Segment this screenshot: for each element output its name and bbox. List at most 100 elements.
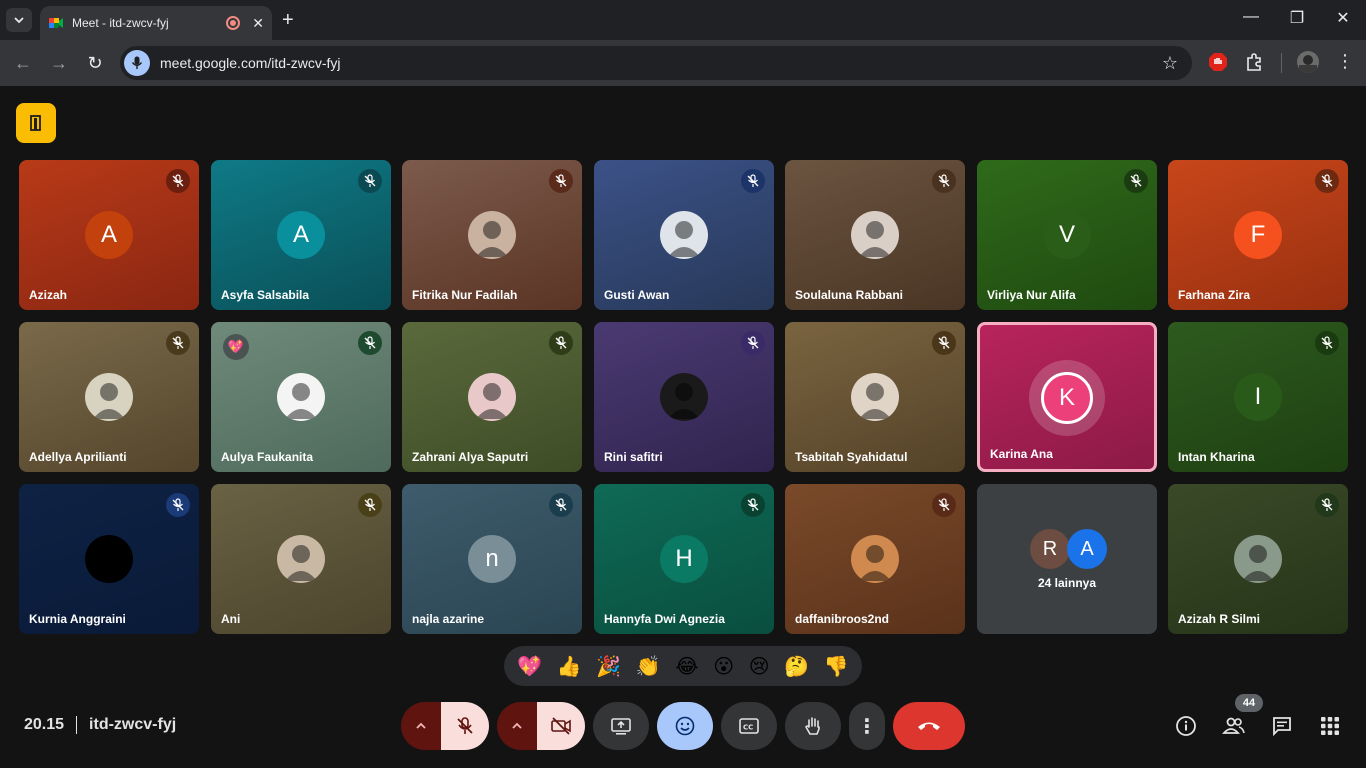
raise-hand-button[interactable] (785, 702, 841, 750)
participant-name: Adellya Aprilianti (29, 450, 127, 464)
reaction-emoji-button[interactable]: 🎉 (596, 654, 621, 679)
apps-grid-icon (1321, 717, 1339, 735)
browser-tab-bar: Meet - itd-zwcv-fyj ✕ + — ❐ ✕ (0, 0, 1366, 40)
mic-off-icon (358, 331, 382, 355)
avatar: R (1030, 529, 1070, 569)
present-screen-icon (611, 718, 631, 735)
participant-tile[interactable]: A Azizah (19, 160, 199, 310)
participant-tile[interactable]: 💖 Aulya Faukanita (211, 322, 391, 472)
mic-off-icon (549, 169, 573, 193)
participant-tile[interactable]: K Karina Ana (977, 322, 1157, 472)
back-icon[interactable]: ← (12, 53, 34, 74)
participant-name: Soulaluna Rabbani (795, 288, 904, 302)
close-window-icon[interactable]: ✕ (1320, 8, 1366, 28)
participant-tile[interactable]: V Virliya Nur Alifa (977, 160, 1157, 310)
avatar (468, 211, 516, 259)
toggle-camera-button[interactable] (537, 702, 585, 750)
participant-tile[interactable]: F Farhana Zira (1168, 160, 1348, 310)
reaction-emoji-button[interactable]: 💖 (517, 654, 542, 679)
browser-tab-meet[interactable]: Meet - itd-zwcv-fyj ✕ (40, 6, 272, 40)
participant-tile[interactable]: Ani (211, 484, 391, 634)
reaction-emoji-button[interactable]: 👎 (824, 654, 849, 679)
recording-indicator-icon (226, 16, 241, 30)
audio-options-button[interactable] (401, 702, 441, 750)
reaction-emoji-button[interactable]: 👍 (557, 654, 582, 679)
host-controls-button[interactable] (16, 103, 56, 143)
bookmark-star-icon[interactable]: ☆ (1162, 53, 1178, 74)
participant-tile[interactable]: Zahrani Alya Saputri (402, 322, 582, 472)
participant-tile[interactable]: Azizah R Silmi (1168, 484, 1348, 634)
reaction-emoji-button[interactable]: 😂 (675, 654, 698, 679)
participant-tile[interactable]: A Asyfa Salsabila (211, 160, 391, 310)
address-bar[interactable]: meet.google.com/itd-zwcv-fyj ☆ (120, 46, 1192, 80)
participant-tile[interactable]: Kurnia Anggraini (19, 484, 199, 634)
reaction-bar: 💖 👍 🎉 👏 😂 😮 😢 🤔 👎 (504, 646, 862, 686)
reaction-emoji-button[interactable]: 👏 (636, 654, 661, 679)
send-reaction-button[interactable] (657, 702, 713, 750)
tab-title: Meet - itd-zwcv-fyj (72, 16, 169, 30)
video-options-button[interactable] (497, 702, 537, 750)
chat-button[interactable] (1269, 713, 1295, 739)
avatar: K (1041, 372, 1093, 424)
reaction-emoji-button[interactable]: 😮 (713, 654, 734, 679)
browser-menu-icon[interactable]: ⋮ (1336, 52, 1354, 70)
avatar (85, 373, 133, 421)
participant-name: Intan Kharina (1178, 450, 1255, 464)
minimize-icon[interactable]: — (1228, 8, 1274, 26)
adblock-extension-icon[interactable] (1208, 52, 1228, 77)
forward-icon[interactable]: → (48, 53, 70, 74)
participant-tile[interactable]: Rini safitri (594, 322, 774, 472)
tab-search-button[interactable] (6, 8, 32, 32)
meet-main: A Azizah A Asyfa Salsabila Fitrika Nur Fadil… (0, 86, 1366, 768)
host-door-icon (30, 115, 41, 131)
more-options-button[interactable]: ⋮ (849, 702, 885, 750)
avatar (660, 373, 708, 421)
activities-button[interactable] (1317, 713, 1343, 739)
present-screen-button[interactable] (593, 702, 649, 750)
chevron-up-icon (512, 722, 522, 729)
avatar (85, 535, 133, 583)
reaction-heart-icon: 💖 (223, 334, 249, 360)
avatar: A (85, 211, 133, 259)
toolbar-divider (1281, 53, 1282, 73)
avatar: F (1234, 211, 1282, 259)
mic-off-icon (932, 169, 956, 193)
restore-icon[interactable]: ❐ (1274, 8, 1320, 28)
toggle-microphone-button[interactable] (441, 702, 489, 750)
participant-name: Azizah R Silmi (1178, 612, 1261, 626)
others-count-label: 24 lainnya (1037, 576, 1097, 590)
participant-name: Karina Ana (990, 447, 1053, 461)
avatar: H (660, 535, 708, 583)
people-button[interactable] (1221, 713, 1247, 739)
participant-tile[interactable]: Tsabitah Syahidatul (785, 322, 965, 472)
microphone-permission-icon[interactable] (124, 50, 150, 76)
participant-tile[interactable]: Fitrika Nur Fadilah (402, 160, 582, 310)
close-tab-icon[interactable]: ✕ (252, 15, 264, 32)
participant-tile[interactable]: H Hannyfa Dwi Agnezia (594, 484, 774, 634)
participant-tile[interactable]: daffanibroos2nd (785, 484, 965, 634)
participant-tile[interactable]: Adellya Aprilianti (19, 322, 199, 472)
meeting-info: 20.15 itd-zwcv-fyj (24, 716, 176, 734)
avatar (277, 535, 325, 583)
participant-tile[interactable]: Soulaluna Rabbani (785, 160, 965, 310)
participant-tile[interactable]: n najla azarine (402, 484, 582, 634)
captions-icon: CC (739, 718, 759, 734)
others-tile[interactable]: R A 24 lainnya (977, 484, 1157, 634)
new-tab-icon[interactable]: + (282, 9, 294, 32)
profile-avatar[interactable] (1297, 51, 1319, 73)
participant-name: Fitrika Nur Fadilah (412, 288, 518, 302)
meeting-code: itd-zwcv-fyj (89, 716, 177, 733)
leave-call-button[interactable] (893, 702, 965, 750)
mic-off-icon (1315, 493, 1339, 517)
avatar (1234, 535, 1282, 583)
reaction-emoji-button[interactable]: 😢 (749, 654, 770, 679)
reaction-emoji-button[interactable]: 🤔 (784, 654, 809, 679)
participant-tile[interactable]: I Intan Kharina (1168, 322, 1348, 472)
meeting-details-button[interactable] (1173, 713, 1199, 739)
chevron-down-icon (14, 17, 24, 24)
participant-tile[interactable]: Gusti Awan (594, 160, 774, 310)
captions-button[interactable]: CC (721, 702, 777, 750)
extensions-puzzle-icon[interactable] (1244, 52, 1264, 77)
participant-name: Zahrani Alya Saputri (412, 450, 529, 464)
reload-icon[interactable]: ↻ (84, 53, 106, 74)
